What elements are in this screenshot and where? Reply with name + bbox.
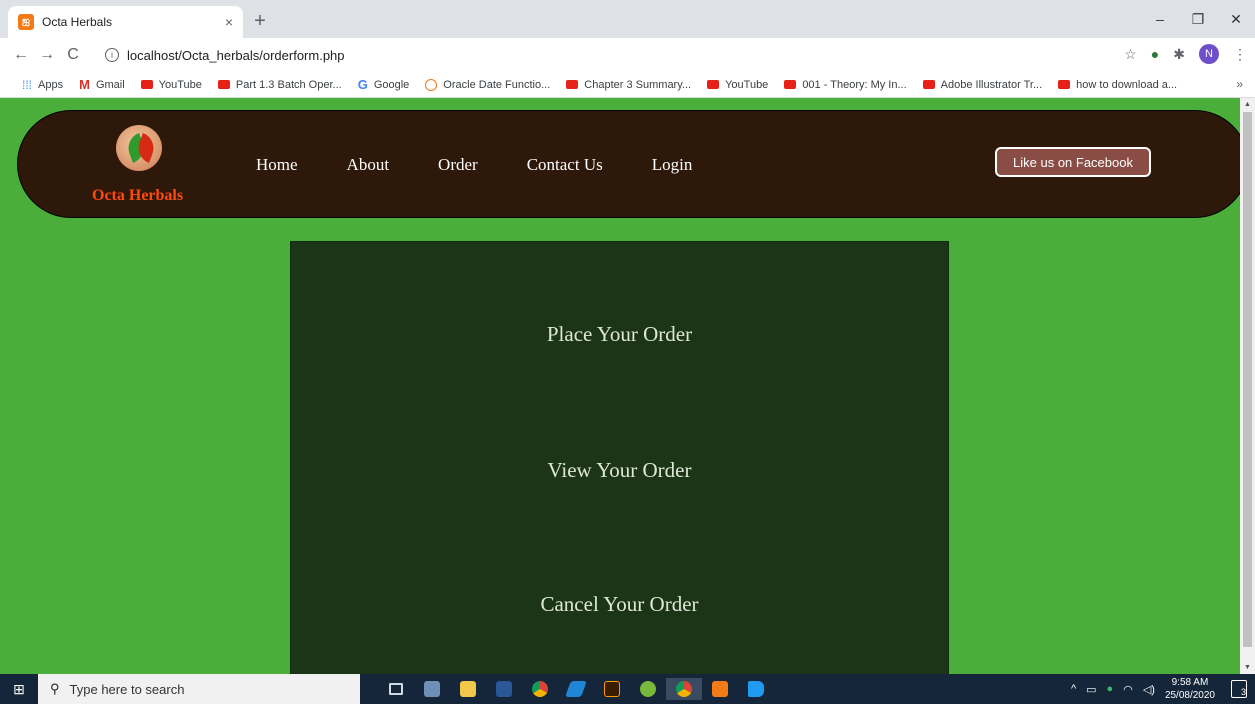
- illustrator-icon[interactable]: [594, 678, 630, 700]
- youtube-icon: [784, 80, 797, 89]
- system-tray: ^ ▭ ● ◠ ◁) 9:58 AM 25/08/2020: [1071, 674, 1215, 704]
- youtube-icon: [140, 80, 153, 89]
- tab-title: Octa Herbals: [42, 15, 113, 29]
- cancel-order-link[interactable]: Cancel Your Order: [291, 592, 948, 617]
- facebook-like-button[interactable]: Like us on Facebook: [995, 147, 1151, 177]
- bookmark-youtube-2[interactable]: YouTube: [707, 79, 768, 91]
- site-info-icon[interactable]: i: [105, 48, 119, 62]
- order-options-panel: Place Your Order View Your Order Cancel …: [290, 241, 949, 674]
- tab-strip: ஐ Octa Herbals × + – ❐ ✕: [0, 0, 1255, 38]
- main-nav: Home About Order Contact Us Login: [256, 155, 741, 175]
- xampp-favicon-icon: ஐ: [18, 14, 34, 30]
- task-view-icon[interactable]: [378, 678, 414, 700]
- youtube-icon: [1058, 80, 1071, 89]
- word-icon[interactable]: [486, 678, 522, 700]
- chrome-profile-icon[interactable]: [666, 678, 702, 700]
- extension-globe-icon[interactable]: ●: [1151, 46, 1159, 62]
- nav-contact-us[interactable]: Contact Us: [527, 155, 603, 175]
- forward-button[interactable]: →: [34, 46, 60, 64]
- google-icon: G: [357, 77, 368, 92]
- nav-home[interactable]: Home: [256, 155, 298, 175]
- system-clock[interactable]: 9:58 AM 25/08/2020: [1165, 676, 1215, 702]
- scrollbar-thumb[interactable]: [1243, 112, 1252, 647]
- file-explorer-icon[interactable]: [450, 678, 486, 700]
- bookmark-oracle[interactable]: Oracle Date Functio...: [425, 78, 550, 91]
- bookmarks-overflow-button[interactable]: »: [1236, 77, 1243, 91]
- view-order-link[interactable]: View Your Order: [291, 458, 948, 483]
- bookmark-chapter3[interactable]: Chapter 3 Summary...: [566, 79, 691, 91]
- bookmarks-bar: ⁞⁞⁞ Apps M Gmail YouTube Part 1.3 Batch Op…: [0, 72, 1255, 98]
- wifi-icon[interactable]: ◠: [1123, 683, 1133, 696]
- bookmark-batch-oper[interactable]: Part 1.3 Batch Oper...: [217, 79, 342, 91]
- bookmark-illustrator[interactable]: Adobe Illustrator Tr...: [922, 79, 1042, 91]
- taskbar-search-placeholder: Type here to search: [69, 681, 185, 697]
- bookmark-youtube[interactable]: YouTube: [140, 79, 202, 91]
- tray-chevron-up-icon[interactable]: ^: [1071, 683, 1076, 695]
- browser-toolbar: ← → C i localhost/Octa_herbals/orderform…: [0, 38, 1255, 72]
- brand-name: Octa Herbals: [92, 187, 184, 204]
- site-header: Octa Herbals Home About Order Contact Us…: [17, 110, 1240, 218]
- action-center-icon[interactable]: 3: [1231, 680, 1247, 698]
- bookmark-apps[interactable]: ⁞⁞⁞ Apps: [22, 78, 63, 92]
- place-order-link[interactable]: Place Your Order: [291, 322, 948, 347]
- toolbar-actions: ☆ ● ✱ N ⋮: [1124, 44, 1247, 64]
- taskbar-search[interactable]: ⚲ Type here to search: [38, 674, 360, 704]
- xampp-icon[interactable]: [702, 678, 738, 700]
- scroll-down-arrow-icon[interactable]: ▼: [1244, 664, 1251, 671]
- oracle-icon: [425, 78, 438, 91]
- network-status-icon[interactable]: ●: [1107, 683, 1114, 695]
- nav-order[interactable]: Order: [438, 155, 478, 175]
- menu-kebab-icon[interactable]: ⋮: [1233, 46, 1247, 63]
- youtube-icon: [707, 80, 720, 89]
- utorrent-icon[interactable]: [630, 678, 666, 700]
- address-bar[interactable]: i localhost/Octa_herbals/orderform.php: [105, 42, 1130, 68]
- page-viewport: Octa Herbals Home About Order Contact Us…: [0, 98, 1240, 674]
- vscode-icon[interactable]: [738, 678, 774, 700]
- nav-about[interactable]: About: [347, 155, 390, 175]
- close-window-button[interactable]: ✕: [1217, 0, 1255, 38]
- windows-taskbar: ⊞ ⚲ Type here to search ^ ▭ ● ◠ ◁) 9:58 …: [0, 674, 1255, 704]
- bookmark-how-to-download[interactable]: how to download a...: [1058, 79, 1177, 91]
- youtube-icon: [566, 80, 579, 89]
- windows-start-button[interactable]: ⊞: [0, 674, 38, 704]
- url-text: localhost/Octa_herbals/orderform.php: [127, 47, 345, 63]
- bookmark-google[interactable]: G Google: [358, 77, 410, 92]
- back-button[interactable]: ←: [8, 46, 34, 64]
- nav-login[interactable]: Login: [652, 155, 693, 175]
- battery-icon[interactable]: ▭: [1086, 683, 1096, 696]
- search-icon: ⚲: [50, 681, 60, 696]
- clock-date: 25/08/2020: [1164, 690, 1215, 701]
- new-tab-button[interactable]: +: [250, 10, 270, 32]
- bookmark-theory[interactable]: 001 - Theory: My In...: [784, 79, 907, 91]
- tab-close-icon[interactable]: ×: [225, 14, 233, 30]
- gmail-icon: M: [79, 77, 90, 92]
- bookmark-gmail[interactable]: M Gmail: [79, 77, 125, 92]
- volume-icon[interactable]: ◁): [1143, 683, 1155, 696]
- youtube-icon: [922, 80, 935, 89]
- browser-tab[interactable]: ஐ Octa Herbals ×: [8, 6, 243, 38]
- chrome-icon[interactable]: [522, 678, 558, 700]
- restore-button[interactable]: ❐: [1179, 0, 1217, 38]
- scroll-up-arrow-icon[interactable]: ▲: [1244, 101, 1251, 108]
- clock-time: 9:58 AM: [1171, 677, 1209, 688]
- taskbar-apps: [378, 678, 774, 700]
- profile-avatar[interactable]: N: [1199, 44, 1219, 64]
- window-controls: – ❐ ✕: [1141, 0, 1255, 38]
- extensions-puzzle-icon[interactable]: ✱: [1173, 46, 1185, 63]
- reload-button[interactable]: C: [60, 46, 86, 64]
- minimize-button[interactable]: –: [1141, 0, 1179, 38]
- sql-developer-icon[interactable]: [414, 678, 450, 700]
- octa-herbals-logo[interactable]: [116, 125, 162, 171]
- page-scrollbar[interactable]: ▲ ▼: [1240, 98, 1255, 674]
- bookmark-star-icon[interactable]: ☆: [1124, 46, 1137, 63]
- youtube-icon: [217, 80, 230, 89]
- apps-grid-icon: ⁞⁞⁞: [22, 77, 33, 92]
- dreamweaver-icon[interactable]: [558, 678, 594, 700]
